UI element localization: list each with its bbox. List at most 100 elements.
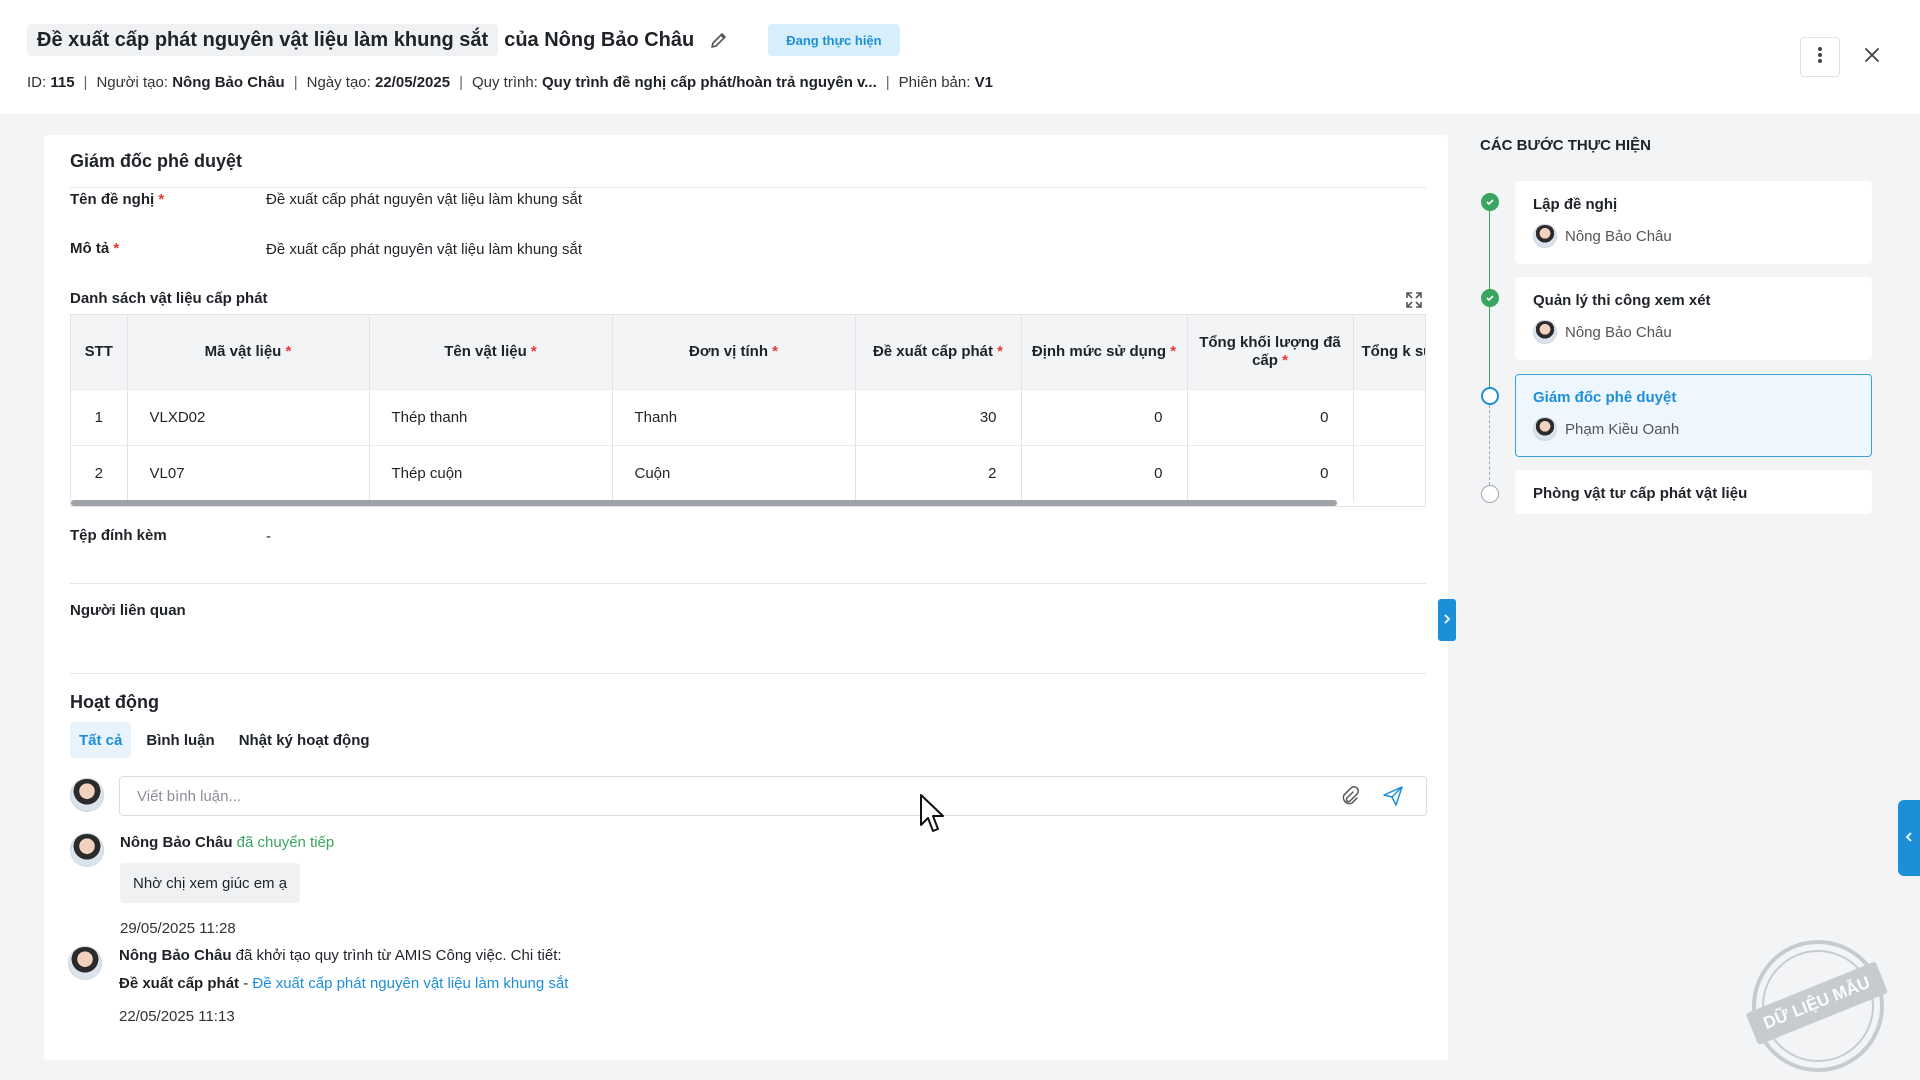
header: Đề xuất cấp phát nguyên vật liệu làm khu…	[0, 0, 1920, 114]
avatar	[1533, 417, 1557, 441]
collapse-panel-button[interactable]	[1438, 599, 1456, 641]
step-done-icon	[1481, 193, 1499, 211]
table-row[interactable]: 1 VLXD02 Thép thanh Thanh 30 0 0	[71, 388, 1425, 445]
page-title[interactable]: Đề xuất cấp phát nguyên vật liệu làm khu…	[27, 24, 499, 56]
title-owner: của Nông Bảo Châu	[504, 28, 695, 51]
attachments-label: Tệp đính kèm	[70, 527, 167, 544]
activity-item-header: Nông Bảo Châu đã khởi tạo quy trình từ A…	[119, 947, 562, 964]
cell-total-used	[1353, 388, 1425, 445]
table-header-row: STT Mã vật liệu * Tên vật liệu * Đơn vị …	[71, 315, 1425, 389]
avatar	[1533, 224, 1557, 248]
col-header-issued: Tổng khối lượng đã cấp *	[1187, 315, 1354, 389]
cell-norm: 0	[1021, 388, 1188, 445]
step-item-create-request[interactable]: Lập đề nghị Nông Bảo Châu	[1515, 181, 1872, 264]
side-drawer-button[interactable]	[1898, 800, 1920, 876]
activity-author[interactable]: Nông Bảo Châu	[119, 947, 232, 964]
process-label: Quy trình:	[471, 74, 538, 91]
cell-total-used	[1353, 444, 1425, 501]
activity-author[interactable]: Nông Bảo Châu	[120, 834, 233, 851]
cell-norm: 0	[1021, 444, 1188, 501]
name-field-label: Tên đề nghị *	[70, 191, 164, 208]
step-pending-icon	[1481, 485, 1499, 503]
step-name: Lập đề nghị	[1533, 196, 1618, 213]
tab-comments[interactable]: Bình luận	[137, 722, 223, 758]
chevron-left-icon	[1905, 830, 1913, 847]
creator-label: Người tạo:	[96, 74, 169, 91]
step-name: Quản lý thi công xem xét	[1533, 292, 1711, 309]
date-label: Ngày tạo:	[306, 74, 371, 91]
activity-time: 29/05/2025 11:28	[120, 920, 236, 937]
kebab-icon	[1817, 45, 1823, 69]
horizontal-scrollbar[interactable]	[71, 500, 1337, 506]
required-mark: *	[158, 191, 165, 208]
col-header-norm: Định mức sử dụng *	[1021, 315, 1188, 389]
process-value[interactable]: Quy trình đề nghị cấp phát/hoàn trả nguy…	[542, 74, 877, 91]
cell-stt: 1	[71, 388, 128, 445]
desc-field-value: Đề xuất cấp phát nguyên vật liệu làm khu…	[266, 241, 583, 258]
close-icon	[1864, 47, 1880, 67]
step-person: Nông Bảo Châu	[1533, 320, 1672, 344]
comment-input[interactable]: Viết bình luận...	[119, 776, 1427, 816]
cell-stt: 2	[71, 444, 128, 501]
avatar	[68, 946, 102, 980]
activity-detail-label: Đề xuất cấp phát	[119, 975, 240, 992]
related-people-label: Người liên quan	[70, 602, 186, 619]
version-value: V1	[974, 74, 993, 91]
step-connector	[1489, 211, 1490, 297]
expand-icon[interactable]	[1404, 290, 1424, 310]
activity-detail-link[interactable]: Đề xuất cấp phát nguyên vật liệu làm khu…	[252, 975, 568, 992]
activity-verb: đã khởi tạo quy trình từ AMIS Công việc.…	[235, 947, 562, 964]
attachments-value: -	[266, 528, 271, 545]
cell-code: VL07	[127, 444, 370, 501]
required-mark: *	[113, 240, 120, 257]
step-person: Nông Bảo Châu	[1533, 224, 1672, 248]
step-connector	[1489, 307, 1490, 389]
step-item-construction-review[interactable]: Quản lý thi công xem xét Nông Bảo Châu	[1515, 277, 1872, 360]
step-item-director-approval[interactable]: Giám đốc phê duyệt Phạm Kiều Oanh	[1515, 374, 1872, 457]
step-person-name: Nông Bảo Châu	[1565, 227, 1672, 245]
avatar	[70, 833, 104, 867]
meta-row: ID: 115 | Người tạo: Nông Bảo Châu | Ngà…	[27, 74, 993, 91]
name-field-value: Đề xuất cấp phát nguyên vật liệu làm khu…	[266, 191, 583, 208]
meta-separator: |	[459, 74, 463, 91]
comment-bubble: Nhờ chị xem giúc em ạ	[120, 863, 301, 903]
steps-title: CÁC BƯỚC THỰC HIỆN	[1480, 137, 1652, 154]
step-name: Giám đốc phê duyệt	[1533, 389, 1677, 406]
title-row: Đề xuất cấp phát nguyên vật liệu làm khu…	[27, 24, 900, 56]
creator-value: Nông Bảo Châu	[172, 74, 285, 91]
id-label: ID:	[27, 74, 47, 91]
cell-name: Thép thanh	[369, 388, 613, 445]
avatar	[70, 778, 104, 812]
send-icon[interactable]	[1382, 785, 1404, 807]
status-badge: Đang thực hiện	[768, 24, 900, 56]
step-name: Phòng vật tư cấp phát vật liệu	[1533, 485, 1748, 502]
close-button[interactable]	[1858, 43, 1886, 71]
pencil-icon[interactable]	[708, 29, 730, 51]
col-header-unit: Đơn vị tính *	[612, 315, 856, 389]
paperclip-icon[interactable]	[1340, 786, 1360, 806]
meta-separator: |	[293, 74, 298, 91]
version-label: Phiên bản:	[898, 74, 971, 91]
more-options-button[interactable]	[1800, 37, 1840, 77]
sample-data-stamp: DỮ LIỆU MẪU	[1732, 920, 1904, 1080]
col-header-code: Mã vật liệu *	[127, 315, 370, 389]
divider	[70, 673, 1426, 674]
tab-all[interactable]: Tất cả	[70, 722, 132, 758]
step-current-icon	[1481, 387, 1499, 405]
name-label-text: Tên đề nghị	[70, 191, 155, 208]
divider	[70, 187, 1426, 188]
cell-issued: 0	[1187, 388, 1354, 445]
step-connector	[1489, 405, 1490, 485]
cell-name: Thép cuộn	[369, 444, 613, 501]
table-row[interactable]: 2 VL07 Thép cuộn Cuộn 2 0 0	[71, 444, 1425, 501]
cell-code: VLXD02	[127, 388, 370, 445]
materials-table: STT Mã vật liệu * Tên vật liệu * Đơn vị …	[70, 314, 1426, 507]
cell-issued: 0	[1187, 444, 1354, 501]
step-item-materials-issue[interactable]: Phòng vật tư cấp phát vật liệu	[1515, 470, 1872, 514]
activity-title: Hoạt động	[70, 692, 159, 712]
tab-activity-log[interactable]: Nhật ký hoạt động	[230, 722, 379, 758]
col-header-name: Tên vật liệu *	[369, 315, 613, 389]
chevron-right-icon	[1443, 612, 1451, 629]
step-person-name: Phạm Kiều Oanh	[1565, 420, 1680, 438]
divider	[70, 583, 1426, 584]
